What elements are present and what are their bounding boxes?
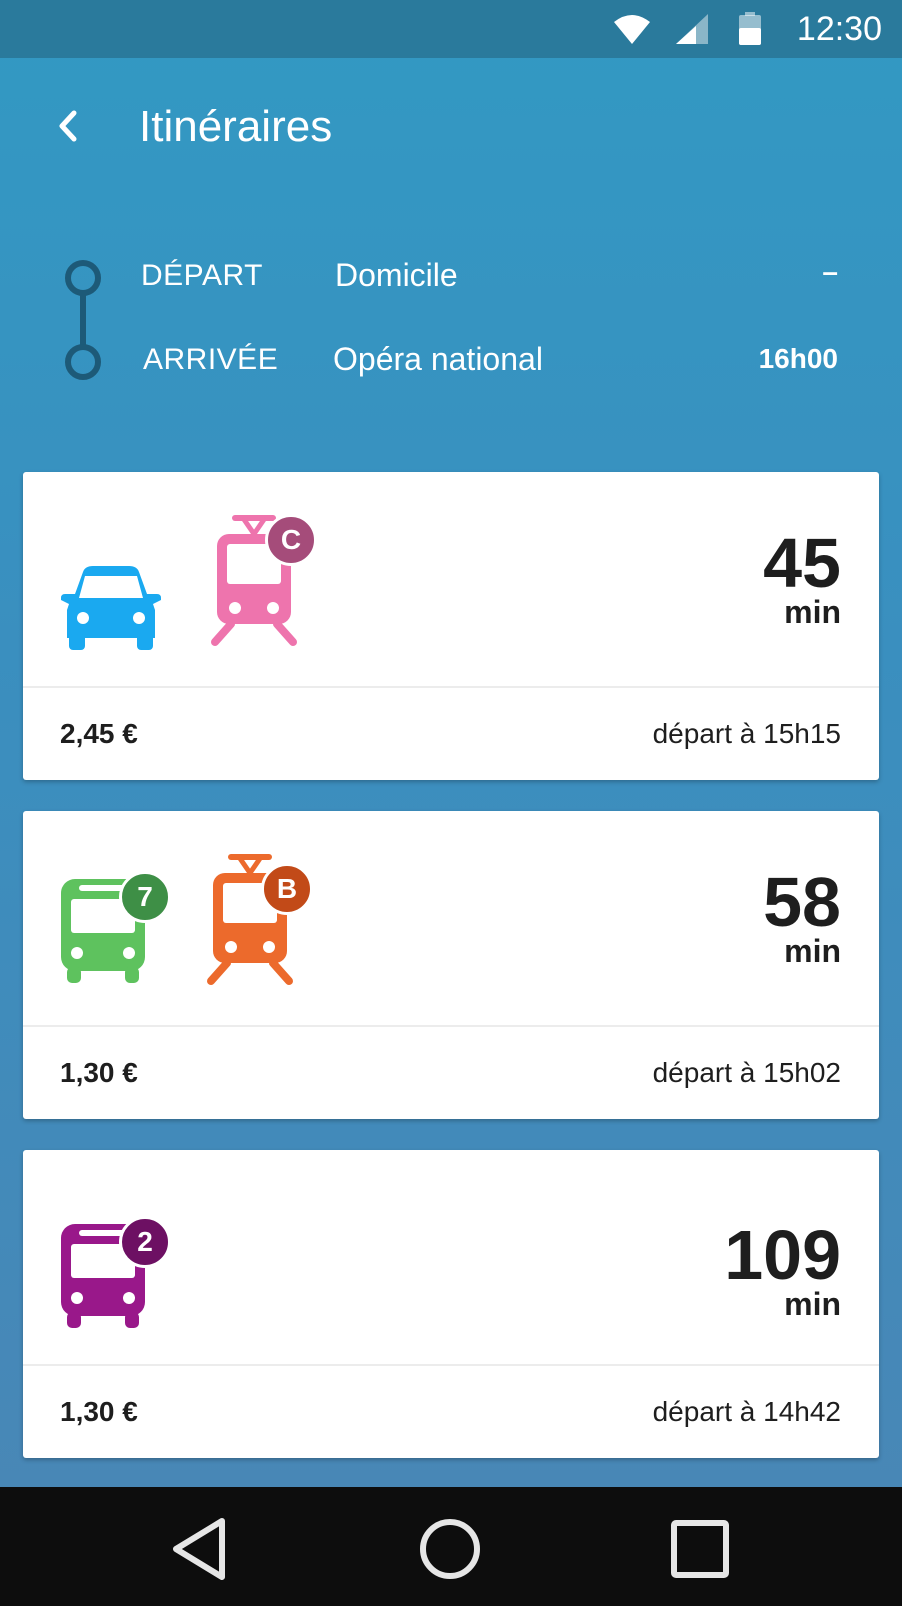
itinerary-summary: 7 B 58 min (23, 811, 879, 1027)
duration: 58 min (763, 867, 841, 967)
itinerary-card[interactable]: 7 B 58 min 1,30 € départ à 15h02 (23, 811, 879, 1119)
tram-mode: B (205, 851, 313, 992)
departure-place[interactable]: Domicile (335, 257, 458, 294)
route-line-icon (65, 260, 101, 380)
route-summary: DÉPART Domicile – ARRIVÉE Opéra national… (0, 240, 902, 410)
price: 2,45 € (60, 718, 138, 749)
price: 1,30 € (60, 1057, 138, 1088)
recents-square-icon (671, 1520, 729, 1578)
status-bar: 12:30 (0, 0, 902, 58)
battery-icon (739, 12, 761, 45)
system-nav-bar (0, 1487, 902, 1606)
bus-mode: 7 (59, 871, 171, 990)
car-icon (61, 566, 161, 650)
arrival-label: ARRIVÉE (143, 343, 279, 376)
line-badge: C (265, 514, 317, 566)
nav-home-button[interactable] (414, 1513, 486, 1585)
tram-mode: C (209, 512, 317, 653)
itinerary-summary: C 45 min (23, 472, 879, 688)
cell-signal-icon (676, 14, 708, 44)
itinerary-summary: 2 109 min (23, 1150, 879, 1366)
itinerary-card[interactable]: 2 109 min 1,30 € départ à 14h42 (23, 1150, 879, 1458)
price: 1,30 € (60, 1396, 138, 1427)
wifi-icon (614, 15, 650, 44)
itinerary-details: 1,30 € départ à 15h02 (23, 1027, 879, 1119)
page-title: Itinéraires (139, 102, 333, 151)
back-triangle-icon (173, 1518, 225, 1580)
itinerary-details: 2,45 € départ à 15h15 (23, 688, 879, 780)
arrival-time[interactable]: 16h00 (759, 343, 838, 375)
bus-mode: 2 (59, 1216, 171, 1335)
arrival-place[interactable]: Opéra national (333, 341, 543, 378)
line-badge: 2 (119, 1216, 171, 1268)
duration-value: 109 (724, 1216, 841, 1294)
duration: 109 min (724, 1220, 841, 1320)
itinerary-details: 1,30 € départ à 14h42 (23, 1366, 879, 1458)
departure-time-text: départ à 15h02 (652, 1057, 841, 1088)
duration-value: 58 (763, 863, 841, 941)
departure-label: DÉPART (141, 259, 263, 292)
duration-value: 45 (763, 524, 841, 602)
nav-recents-button[interactable] (664, 1513, 736, 1585)
home-circle-icon (420, 1519, 480, 1579)
duration: 45 min (763, 528, 841, 628)
line-badge: 7 (119, 871, 171, 923)
departure-time-text: départ à 14h42 (652, 1396, 841, 1427)
departure-time-text: départ à 15h15 (652, 718, 841, 749)
nav-back-button[interactable] (164, 1513, 236, 1585)
departure-time[interactable]: – (822, 256, 838, 288)
back-button[interactable] (40, 98, 96, 154)
chevron-left-icon (59, 110, 77, 142)
app-bar: Itinéraires (0, 58, 902, 198)
line-badge: B (261, 863, 313, 915)
itinerary-card[interactable]: C 45 min 2,45 € départ à 15h15 (23, 472, 879, 780)
status-time: 12:30 (796, 10, 882, 48)
